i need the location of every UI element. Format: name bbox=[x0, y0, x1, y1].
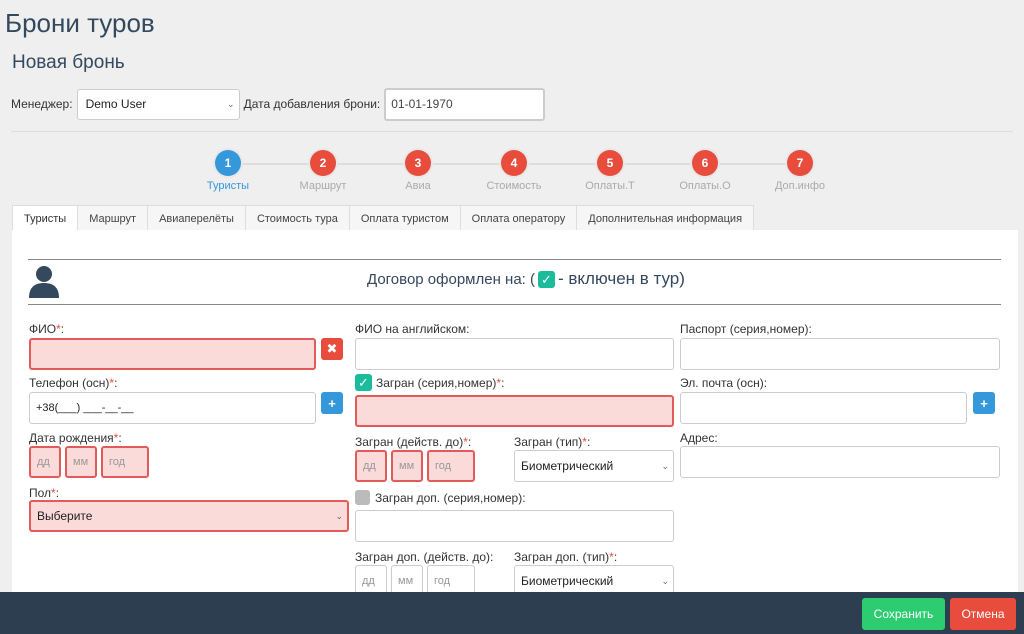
booking-date-input[interactable]: 01-01-1970 bbox=[384, 87, 546, 121]
gender-select[interactable]: Выберите ⌄ bbox=[29, 500, 349, 532]
address-input[interactable] bbox=[680, 446, 1000, 478]
manager-label: Менеджер: bbox=[11, 97, 73, 111]
step-number: 4 bbox=[501, 150, 527, 176]
step-tourists[interactable]: 1 Туристы bbox=[183, 150, 273, 192]
checkbox-unchecked-icon[interactable] bbox=[355, 490, 370, 505]
gender-label: Пол *: bbox=[29, 486, 60, 500]
tabs-bar: Туристы Маршрут Авиаперелёты Стоимость т… bbox=[12, 205, 755, 231]
clear-button[interactable]: ✖ bbox=[321, 338, 343, 360]
passport-extra-input[interactable] bbox=[355, 510, 674, 542]
checkbox-checked-icon[interactable]: ✓ bbox=[355, 374, 372, 391]
save-button[interactable]: Сохранить bbox=[862, 598, 945, 630]
fio-en-input[interactable] bbox=[355, 338, 674, 370]
step-number: 7 bbox=[787, 150, 813, 176]
user-icon bbox=[28, 265, 60, 304]
tab-route[interactable]: Маршрут bbox=[77, 205, 149, 231]
birth-year-input[interactable]: год bbox=[101, 446, 149, 478]
passport-int-type-value: Биометрический bbox=[521, 459, 614, 473]
passport-int-valid-month[interactable]: мм bbox=[391, 450, 423, 482]
step-number: 2 bbox=[310, 150, 336, 176]
passport-int-input[interactable] bbox=[355, 395, 674, 427]
step-extra-info[interactable]: 7 Доп.инфо bbox=[755, 150, 845, 192]
contract-prefix: Договор оформлен на: ( bbox=[367, 270, 535, 288]
step-route[interactable]: 2 Маршрут bbox=[278, 150, 368, 192]
plus-icon: + bbox=[980, 395, 988, 411]
booking-meta-row: Менеджер: Demo User ⌄ Дата добавления бр… bbox=[11, 87, 546, 121]
step-avia[interactable]: 3 Авиа bbox=[373, 150, 463, 192]
chevron-down-icon: ⌄ bbox=[335, 510, 343, 521]
passport-int-valid-label: Загран (действ. до) *: bbox=[355, 435, 472, 449]
email-label: Эл. почта (осн): bbox=[680, 376, 768, 390]
birth-month-input[interactable]: мм bbox=[65, 446, 97, 478]
birth-date-label: Дата рождения *: bbox=[29, 431, 122, 445]
passport-extra-valid-label: Загран доп. (действ. до): bbox=[355, 550, 494, 564]
step-label: Доп.инфо bbox=[774, 180, 826, 192]
birth-day-input[interactable]: дд bbox=[29, 446, 61, 478]
divider bbox=[28, 304, 1001, 305]
phone-label: Телефон (осн) *: bbox=[29, 376, 118, 390]
step-payments-tourist[interactable]: 5 Оплаты.Т bbox=[565, 150, 655, 192]
manager-value: Demo User bbox=[85, 97, 147, 111]
passport-extra-type-label: Загран доп. (тип) *: bbox=[514, 550, 618, 564]
add-phone-button[interactable]: + bbox=[321, 392, 343, 414]
checkbox-checked-icon: ✓ bbox=[538, 270, 555, 288]
step-cost[interactable]: 4 Стоимость bbox=[469, 150, 559, 192]
step-number: 6 bbox=[692, 150, 718, 176]
booking-date-label: Дата добавления брони: bbox=[243, 97, 381, 111]
contract-suffix: - включен в тур) bbox=[558, 269, 685, 288]
step-label: Стоимость bbox=[486, 180, 542, 192]
manager-select[interactable]: Demo User ⌄ bbox=[76, 88, 240, 120]
tab-operator-payment[interactable]: Оплата оператору bbox=[459, 205, 578, 231]
passport-extra-label: Загран доп. (серия,номер): bbox=[355, 490, 526, 505]
passport-extra-type-value: Биометрический bbox=[521, 574, 614, 588]
tab-tourist-payment[interactable]: Оплата туристом bbox=[348, 205, 461, 231]
passport-int-type-label: Загран (тип) *: bbox=[514, 435, 591, 449]
step-number: 5 bbox=[597, 150, 623, 176]
plus-icon: + bbox=[328, 395, 336, 411]
divider bbox=[11, 131, 1013, 132]
step-number: 3 bbox=[405, 150, 431, 176]
passport-label: Паспорт (серия,номер): bbox=[680, 322, 812, 336]
fio-en-label: ФИО на английском: bbox=[355, 322, 470, 336]
close-icon: ✖ bbox=[326, 341, 338, 356]
step-label: Маршрут bbox=[299, 180, 347, 192]
email-input[interactable] bbox=[680, 392, 967, 424]
step-label: Оплаты.Т bbox=[585, 180, 635, 192]
chevron-down-icon: ⌄ bbox=[661, 460, 669, 471]
gender-value: Выберите bbox=[37, 509, 93, 523]
phone-input[interactable]: +38(___) ___-__-__ bbox=[29, 392, 316, 424]
footer-bar: Сохранить Отмена bbox=[0, 592, 1024, 634]
passport-int-type-select[interactable]: Биометрический ⌄ bbox=[514, 450, 674, 482]
address-label: Адрес: bbox=[680, 431, 718, 445]
contract-info: Договор оформлен на: ( ✓ - включен в тур… bbox=[367, 269, 685, 289]
tourist-form-panel: Договор оформлен на: ( ✓ - включен в тур… bbox=[12, 230, 1018, 597]
step-payments-operator[interactable]: 6 Оплаты.О bbox=[660, 150, 750, 192]
add-email-button[interactable]: + bbox=[973, 392, 995, 414]
passport-input[interactable] bbox=[680, 338, 1000, 370]
page-subtitle: Новая бронь bbox=[12, 52, 125, 73]
step-number: 1 bbox=[215, 150, 241, 176]
tab-tourists[interactable]: Туристы bbox=[12, 205, 79, 231]
step-label: Оплаты.О bbox=[679, 180, 731, 192]
booking-stepper: 1 Туристы 2 Маршрут 3 Авиа 4 Стоимость 5… bbox=[207, 150, 830, 194]
page-title: Брони туров bbox=[5, 8, 155, 38]
chevron-down-icon: ⌄ bbox=[661, 575, 669, 586]
cancel-button[interactable]: Отмена bbox=[950, 598, 1016, 630]
fio-label: ФИО *: bbox=[29, 322, 65, 336]
passport-int-valid-year[interactable]: год bbox=[427, 450, 475, 482]
tab-flights[interactable]: Авиаперелёты bbox=[147, 205, 246, 231]
tab-tour-cost[interactable]: Стоимость тура bbox=[244, 205, 350, 231]
passport-int-label: ✓ Загран (серия,номер) *: bbox=[355, 374, 504, 391]
step-label: Туристы bbox=[206, 180, 250, 192]
passport-int-valid-day[interactable]: дд bbox=[355, 450, 387, 482]
divider bbox=[28, 259, 1001, 260]
step-label: Авиа bbox=[405, 180, 431, 192]
fio-input[interactable] bbox=[29, 338, 316, 370]
tab-additional-info[interactable]: Дополнительная информация bbox=[576, 205, 755, 231]
chevron-down-icon: ⌄ bbox=[227, 98, 235, 109]
